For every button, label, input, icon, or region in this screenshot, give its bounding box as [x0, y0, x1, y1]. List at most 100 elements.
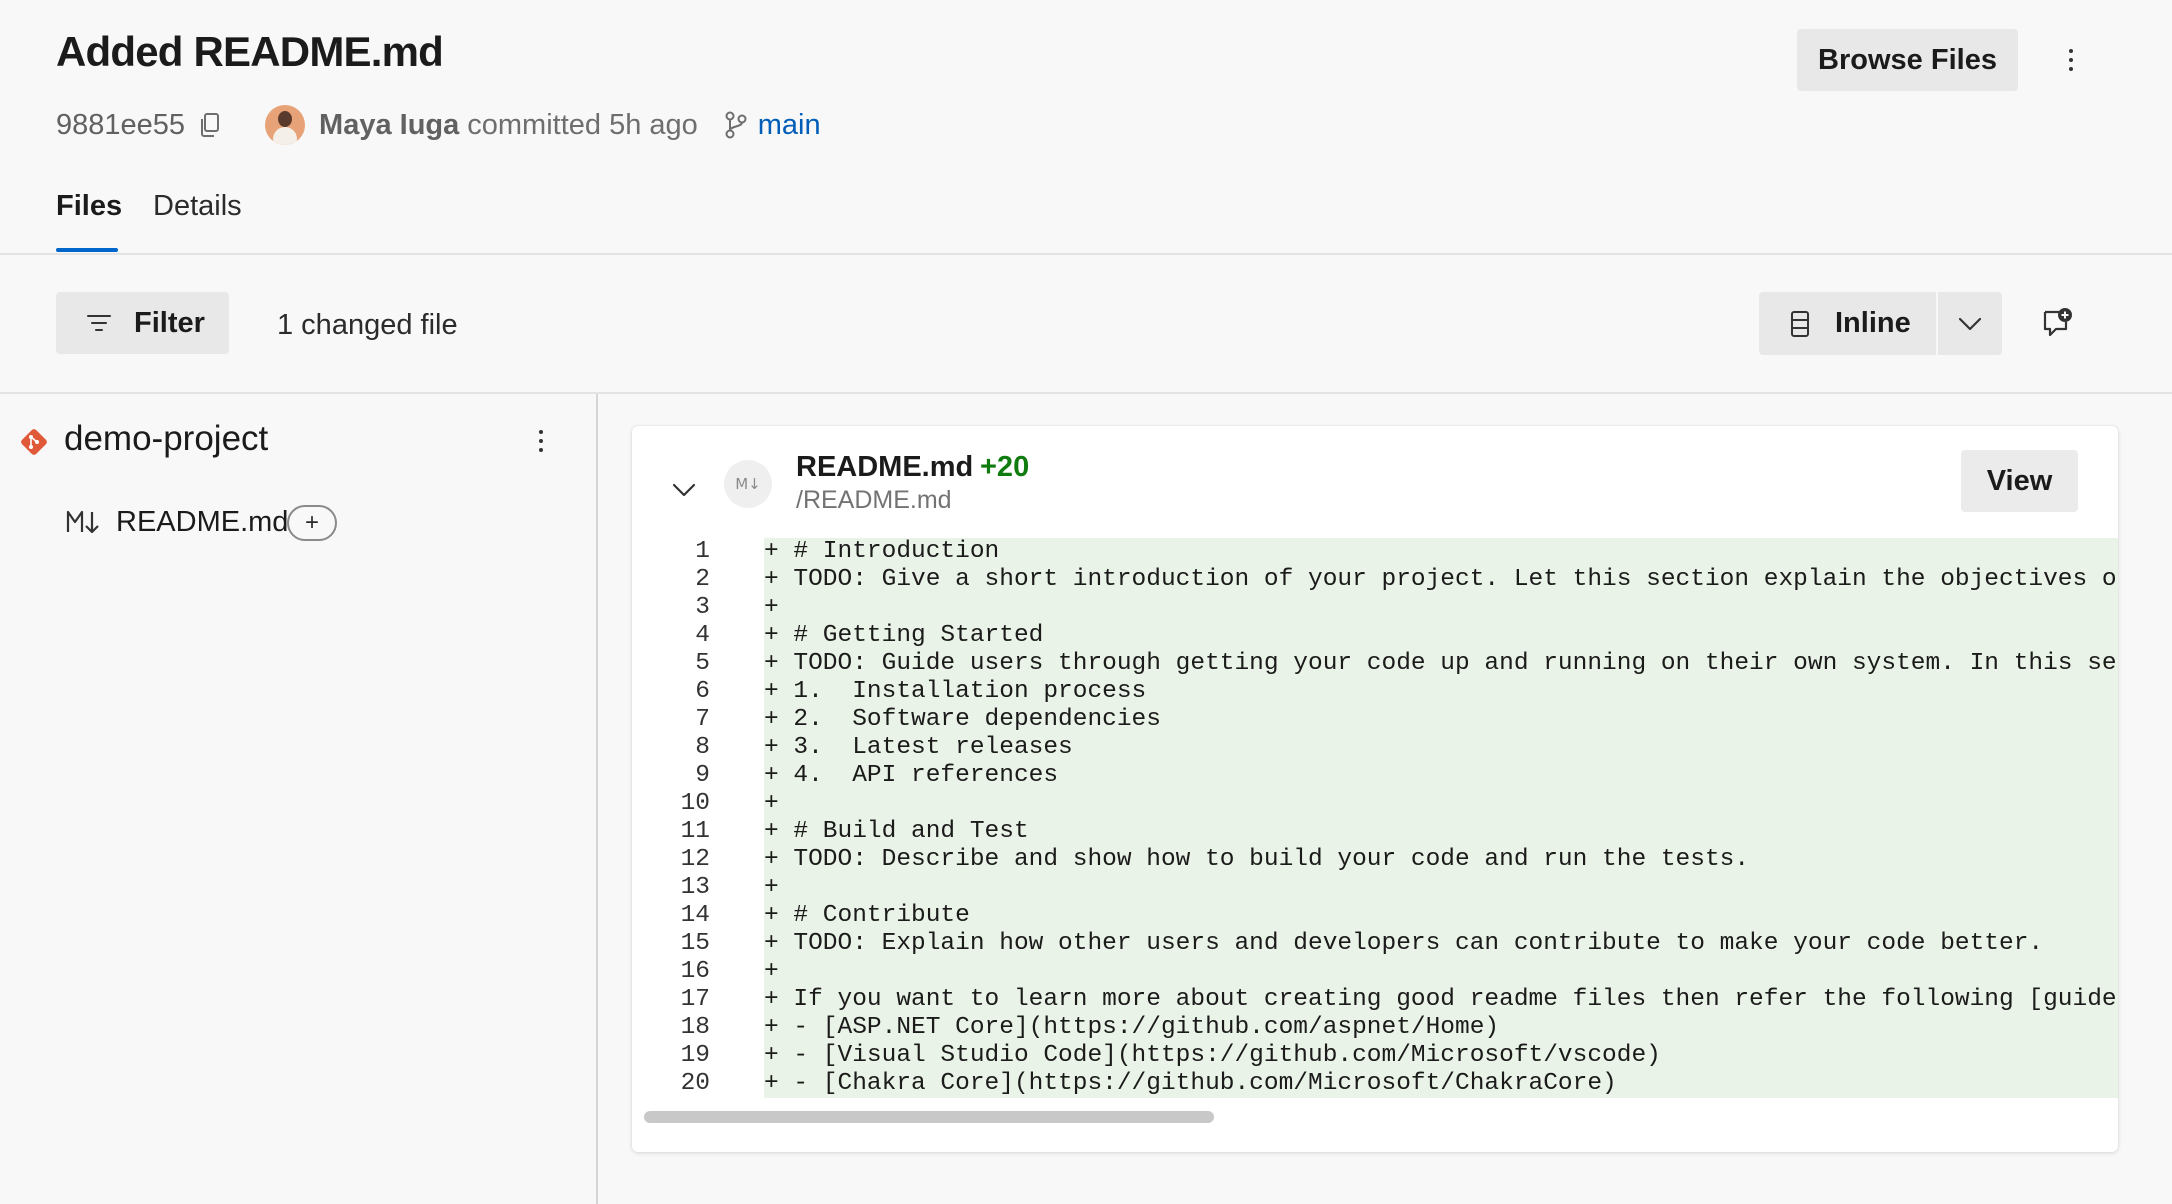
- line-code: + # Contribute: [764, 902, 970, 929]
- diff-content: 1 + # Introduction 2 + TODO: Give a short i…: [632, 538, 2118, 1098]
- diff-line: 4 + # Getting Started: [632, 622, 2118, 650]
- chevron-down-icon[interactable]: [670, 478, 698, 502]
- line-number: 8: [695, 734, 710, 761]
- diff-line: 19 + - [Visual Studio Code](https://githu…: [632, 1042, 2118, 1070]
- line-code: + 1. Installation process: [764, 678, 1147, 705]
- line-number: 15: [680, 930, 710, 957]
- line-code: +: [764, 958, 779, 985]
- diff-line: 16 +: [632, 958, 2118, 986]
- line-code: + 3. Latest releases: [764, 734, 1073, 761]
- line-number: 12: [680, 846, 710, 873]
- commit-hash[interactable]: 9881ee55: [56, 109, 185, 142]
- branch-link[interactable]: main: [758, 109, 821, 142]
- page-title: Added README.md: [56, 28, 444, 75]
- line-code: +: [764, 874, 779, 901]
- copy-icon[interactable]: [199, 111, 223, 139]
- line-number: 2: [695, 566, 710, 593]
- line-code: + TODO: Describe and show how to build y…: [764, 846, 1750, 873]
- line-code: + - [Chakra Core](https://github.com/Mic…: [764, 1070, 1617, 1097]
- diff-line: 10 +: [632, 790, 2118, 818]
- avatar: [265, 105, 306, 145]
- diff-line: 6 + 1. Installation process: [632, 678, 2118, 706]
- additions-count: +20: [980, 451, 1030, 483]
- branch-icon: [725, 111, 747, 139]
- diff-line: 3 +: [632, 594, 2118, 622]
- commit-author[interactable]: Maya Iuga: [319, 109, 459, 142]
- line-number: 7: [695, 706, 710, 733]
- view-mode-button[interactable]: Inline: [1759, 292, 2002, 355]
- line-number: 3: [695, 594, 710, 621]
- line-number: 18: [680, 1014, 710, 1041]
- line-code: + # Getting Started: [764, 622, 1044, 649]
- view-file-button[interactable]: View: [1961, 450, 2078, 512]
- line-number: 16: [680, 958, 710, 985]
- line-code: + 4. API references: [764, 762, 1059, 789]
- markdown-icon: [66, 510, 99, 534]
- diff-line: 20 + - [Chakra Core](https://github.com/M…: [632, 1070, 2118, 1098]
- commit-time: committed 5h ago: [467, 108, 698, 141]
- view-mode-label: Inline: [1835, 307, 1911, 339]
- line-number: 17: [680, 986, 710, 1013]
- line-number: 6: [695, 678, 710, 705]
- diff-card: M↓ README.md +20 /README.md View 1 + # In…: [632, 426, 2118, 1152]
- markdown-icon: M↓: [724, 460, 772, 508]
- line-number: 1: [695, 538, 710, 565]
- browse-files-button[interactable]: Browse Files: [1797, 29, 2018, 91]
- diff-line: 12 + TODO: Describe and show how to build…: [632, 846, 2118, 874]
- more-options-icon[interactable]: [2056, 40, 2086, 80]
- horizontal-scrollbar[interactable]: [644, 1111, 1214, 1123]
- diff-line: 11 + # Build and Test: [632, 818, 2118, 846]
- diff-line: 18 + - [ASP.NET Core](https://github.com/…: [632, 1014, 2118, 1042]
- changed-files-count: 1 changed file: [277, 309, 458, 341]
- line-number: 19: [680, 1042, 710, 1069]
- line-code: + - [ASP.NET Core](https://github.com/as…: [764, 1014, 1500, 1041]
- repo-name[interactable]: demo-project: [64, 419, 268, 459]
- line-number: 4: [695, 622, 710, 649]
- panel-divider[interactable]: [596, 394, 598, 1204]
- diff-line: 9 + 4. API references: [632, 762, 2118, 790]
- active-tab-indicator: [56, 248, 118, 252]
- diff-line: 15 + TODO: Explain how other users and de…: [632, 930, 2118, 958]
- line-number: 5: [695, 650, 710, 677]
- diff-line: 13 +: [632, 874, 2118, 902]
- line-number: 11: [680, 818, 710, 845]
- line-code: + TODO: Give a short introduction of you…: [764, 566, 2118, 593]
- line-code: + If you want to learn more about creati…: [764, 986, 2118, 1013]
- diff-file-path: /README.md: [796, 486, 952, 514]
- sidebar-file-readme[interactable]: README.md: [116, 506, 288, 539]
- diff-line: 8 + 3. Latest releases: [632, 734, 2118, 762]
- line-code: +: [764, 790, 779, 817]
- diff-line: 2 + TODO: Give a short introduction of yo…: [632, 566, 2118, 594]
- git-repo-icon: [21, 429, 47, 455]
- line-number: 20: [680, 1070, 710, 1097]
- line-code: + TODO: Explain how other users and deve…: [764, 930, 2044, 957]
- line-number: 14: [680, 902, 710, 929]
- more-options-icon[interactable]: [526, 424, 556, 458]
- diff-line: 1 + # Introduction: [632, 538, 2118, 566]
- diff-file-name[interactable]: README.md: [796, 451, 973, 484]
- tab-details[interactable]: Details: [153, 190, 242, 223]
- diff-line: 5 + TODO: Guide users through getting you…: [632, 650, 2118, 678]
- line-code: +: [764, 594, 779, 621]
- inline-view-icon: [1791, 310, 1809, 337]
- line-number: 13: [680, 874, 710, 901]
- diff-line: 17 + If you want to learn more about crea…: [632, 986, 2118, 1014]
- line-code: + - [Visual Studio Code](https://github.…: [764, 1042, 1661, 1069]
- divider: [0, 253, 2172, 255]
- commit-meta: 9881ee55 Maya Iuga committed 5h ago main: [56, 102, 821, 148]
- tab-files[interactable]: Files: [56, 190, 122, 223]
- diff-line: 14 + # Contribute: [632, 902, 2118, 930]
- filter-icon: [87, 315, 111, 331]
- line-number: 10: [680, 790, 710, 817]
- added-file-badge: +: [287, 505, 337, 541]
- divider: [0, 392, 2172, 394]
- chevron-down-icon[interactable]: [1955, 310, 1985, 338]
- line-code: + # Build and Test: [764, 818, 1029, 845]
- filter-label: Filter: [134, 306, 205, 339]
- line-code: + # Introduction: [764, 538, 1000, 565]
- line-number: 9: [695, 762, 710, 789]
- filter-button[interactable]: Filter: [56, 292, 229, 354]
- add-comment-icon[interactable]: [2040, 306, 2074, 340]
- diff-line: 7 + 2. Software dependencies: [632, 706, 2118, 734]
- line-code: + TODO: Guide users through getting your…: [764, 650, 2118, 677]
